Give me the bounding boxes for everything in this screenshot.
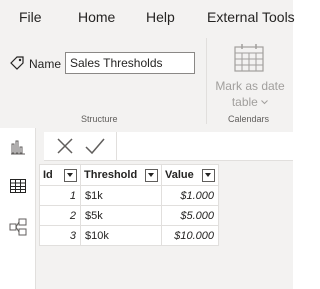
data-view-canvas: Id Threshold Value 1 $1k $1.000 2 $5k $5… — [36, 128, 293, 289]
cell-value[interactable]: $1.000 — [161, 185, 219, 206]
ribbon-separator — [206, 38, 207, 124]
ribbon: Name Structure Mark as date table Calend… — [0, 34, 293, 129]
menu-external-tools[interactable]: External Tools — [207, 9, 295, 25]
column-header-id[interactable]: Id — [39, 164, 81, 186]
calendars-group-label: Calendars — [228, 114, 270, 124]
cell-value[interactable]: $10.000 — [161, 225, 219, 246]
mark-as-date-label-line1: Mark as date — [215, 79, 285, 93]
data-table: Id Threshold Value 1 $1k $1.000 2 $5k $5… — [39, 164, 219, 246]
table-header-row: Id Threshold Value — [39, 164, 219, 186]
formula-bar — [44, 132, 293, 161]
table-row: 2 $5k $5.000 — [39, 205, 219, 226]
formula-bar-separator — [116, 132, 117, 160]
mark-as-date-label-line2: table — [212, 94, 288, 110]
cell-threshold[interactable]: $1k — [80, 185, 162, 206]
mark-as-date-label-table: table — [231, 95, 258, 109]
column-header-label: Id — [43, 169, 53, 181]
column-header-threshold[interactable]: Threshold — [80, 164, 162, 186]
cell-threshold[interactable]: $10k — [80, 225, 162, 246]
table-row: 3 $10k $10.000 — [39, 225, 219, 246]
structure-group-label: Structure — [81, 114, 118, 124]
cell-threshold[interactable]: $5k — [80, 205, 162, 226]
filter-dropdown-icon[interactable] — [145, 168, 158, 182]
menu-help[interactable]: Help — [146, 9, 175, 25]
report-view-icon[interactable] — [9, 138, 27, 156]
data-view-icon[interactable] — [9, 177, 27, 195]
column-header-label: Value — [165, 169, 194, 181]
menu-home[interactable]: Home — [78, 9, 115, 25]
table-row: 1 $1k $1.000 — [39, 185, 219, 206]
name-label: Name — [29, 57, 62, 71]
cancel-x-icon[interactable] — [54, 136, 76, 156]
menu-bar: File Home Help External Tools — [0, 0, 295, 34]
column-header-value[interactable]: Value — [161, 164, 219, 186]
cell-id[interactable]: 1 — [39, 185, 81, 206]
tag-icon — [10, 56, 24, 70]
mark-as-date-table-button[interactable]: Mark as date table — [212, 78, 288, 110]
commit-check-icon[interactable] — [84, 136, 106, 156]
filter-dropdown-icon[interactable] — [64, 168, 77, 182]
filter-dropdown-icon[interactable] — [202, 168, 215, 182]
chevron-down-icon — [261, 100, 269, 105]
view-switcher — [0, 128, 36, 289]
table-name-input[interactable] — [65, 52, 195, 74]
column-header-label: Threshold — [84, 169, 138, 181]
cell-value[interactable]: $5.000 — [161, 205, 219, 226]
cell-id[interactable]: 3 — [39, 225, 81, 246]
model-view-icon[interactable] — [9, 218, 27, 236]
menu-file[interactable]: File — [19, 9, 42, 25]
calendar-icon — [234, 44, 264, 72]
cell-id[interactable]: 2 — [39, 205, 81, 226]
